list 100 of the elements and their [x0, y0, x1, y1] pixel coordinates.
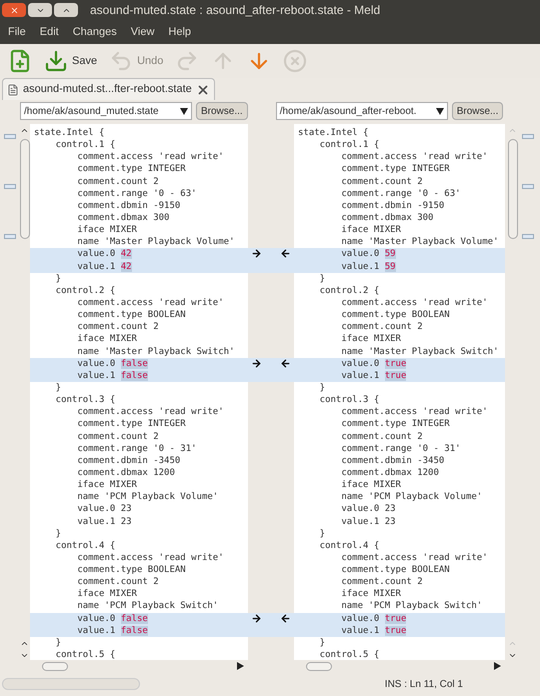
code-line: name 'PCM Playback Switch' [76, 600, 220, 613]
minimize-button[interactable] [28, 3, 52, 17]
code-line: control.3 { [318, 394, 380, 406]
copy-left-icon[interactable] [280, 358, 291, 369]
code-line: comment.dbmin -3450 [340, 454, 446, 467]
code-line: value.0 23 [76, 503, 133, 516]
code-line: } [54, 636, 62, 650]
code-line: comment.count 2 [340, 576, 424, 588]
code-line: value.1 23 [340, 516, 397, 528]
change-marker [4, 134, 16, 139]
code-line: name 'Master Playback Volume' [340, 236, 500, 248]
code-line: comment.count 2 [340, 176, 424, 188]
close-tab-icon[interactable] [196, 82, 210, 96]
scrollbar-thumb[interactable] [508, 139, 518, 239]
browse-button[interactable]: Browse... [196, 102, 248, 120]
copy-right-icon[interactable] [251, 612, 262, 624]
new-file-icon [8, 49, 32, 73]
code-line: } [54, 528, 62, 540]
change-marker [522, 134, 534, 139]
browse-button[interactable]: Browse... [452, 102, 504, 120]
code-line: comment.type INTEGER [340, 163, 451, 176]
menu-item[interactable]: View [130, 24, 154, 40]
file-path-dropdown[interactable]: /home/ak/asound_muted.state [20, 102, 192, 120]
menu-item[interactable]: Edit [40, 24, 59, 40]
code-line: state.Intel { [33, 127, 106, 140]
code-line: name 'PCM Playback Volume' [76, 491, 220, 504]
code-line: } [318, 382, 326, 394]
code-line: comment.type INTEGER [76, 163, 187, 176]
close-icon [10, 6, 18, 14]
code-line: iface MIXER [76, 224, 138, 236]
code-line: comment.range '0 - 63' [76, 188, 198, 200]
code-line: iface MIXER [76, 588, 138, 600]
code-line: control.4 { [318, 540, 380, 552]
change-marker [522, 234, 534, 239]
change-marker [4, 184, 16, 189]
code-line: comment.access 'read write' [76, 296, 225, 310]
file-path-dropdown[interactable]: /home/ak/asound_after-reboot. [276, 102, 448, 120]
code-line: iface MIXER [340, 479, 402, 492]
menu-item[interactable]: Help [168, 24, 192, 40]
close-button[interactable] [2, 3, 26, 17]
code-line: comment.dbmin -3450 [76, 454, 182, 467]
code-line: name 'PCM Playback Volume' [340, 491, 484, 504]
code-line: comment.dbmin -9150 [76, 200, 182, 212]
code-line: } [318, 636, 326, 650]
scrollbar-thumb[interactable] [306, 662, 332, 670]
change-marker [522, 184, 534, 189]
code-line: iface MIXER [340, 588, 402, 600]
scrollbar-thumb[interactable] [42, 662, 68, 670]
code-line: control.2 { [54, 284, 116, 297]
code-line: iface MIXER [340, 224, 402, 236]
dropdown-caret-icon [180, 108, 188, 114]
scroll-up-icon [20, 639, 29, 648]
code-line: control.4 { [54, 540, 116, 552]
change-marker [4, 234, 16, 239]
code-line: comment.type BOOLEAN [76, 564, 187, 576]
save-icon [44, 49, 68, 73]
scrollbar-thumb[interactable] [20, 139, 30, 239]
code-line: comment.type INTEGER [340, 418, 451, 431]
scroll-right-icon [494, 662, 501, 670]
code-line: comment.type BOOLEAN [76, 309, 187, 322]
code-line: comment.count 2 [76, 430, 160, 443]
copy-left-icon[interactable] [280, 248, 291, 260]
status-text: INS : Ln 11, Col 1 [384, 678, 463, 692]
code-line: comment.dbmin -9150 [340, 200, 446, 212]
code-line: name 'Master Playback Switch' [340, 346, 500, 358]
code-line: comment.type BOOLEAN [340, 564, 451, 576]
maximize-button[interactable] [54, 3, 78, 17]
code-line: comment.type BOOLEAN [340, 309, 451, 322]
stop-icon [283, 49, 308, 73]
menu-item[interactable]: Changes [72, 24, 117, 40]
code-line: value.0 23 [340, 503, 397, 516]
code-line: comment.count 2 [76, 321, 160, 334]
scroll-down-icon [508, 651, 517, 660]
menu-item[interactable]: File [8, 24, 26, 40]
code-line: comment.count 2 [340, 321, 424, 334]
code-line: control.5 { [318, 649, 380, 660]
save-button[interactable]: Save [40, 46, 102, 76]
code-line: comment.access 'read write' [340, 151, 489, 164]
code-line: control.1 { [318, 139, 380, 152]
code-line: iface MIXER [340, 333, 402, 346]
code-line: comment.access 'read write' [76, 151, 225, 164]
copy-left-icon[interactable] [280, 612, 291, 624]
code-line: comment.count 2 [340, 430, 424, 443]
code-line: comment.access 'read write' [340, 406, 489, 418]
code-line: comment.access 'read write' [76, 406, 225, 418]
scroll-up-icon [20, 126, 29, 135]
code-line: iface MIXER [76, 479, 138, 492]
code-line: comment.access 'read write' [340, 552, 489, 564]
copy-right-icon[interactable] [251, 358, 262, 369]
code-line: state.Intel { [297, 127, 370, 140]
document-tab[interactable]: asound-muted.st...fter-reboot.state [2, 78, 215, 100]
code-line: comment.access 'read write' [340, 296, 489, 310]
file-icon [7, 84, 19, 96]
code-line: control.2 { [318, 284, 380, 297]
code-line: iface MIXER [76, 333, 138, 346]
window-title: asound-muted.state : asound_after-reboot.state - Meld [90, 2, 380, 19]
code-line: } [318, 272, 326, 285]
copy-right-icon[interactable] [251, 248, 262, 260]
scroll-up-icon [508, 639, 517, 648]
code-line: control.5 { [54, 649, 116, 660]
